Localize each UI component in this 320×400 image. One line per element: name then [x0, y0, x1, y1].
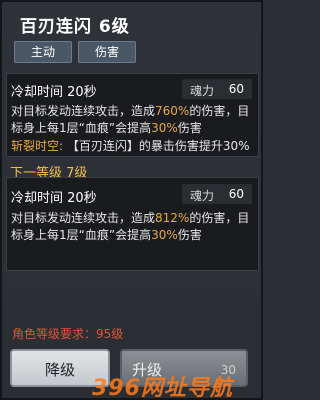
desc-text: 伤害	[177, 228, 202, 242]
next-cooldown: 冷却时间 20秒	[11, 191, 97, 206]
level-requirement: 角色等级要求：95级	[12, 327, 124, 341]
desc-text: 对目标发动连续攻击，造成	[11, 104, 156, 118]
tag-active: 主动	[14, 41, 72, 63]
damage-percent: 760%	[155, 104, 190, 118]
next-mana-cost: 魂力 60	[182, 184, 252, 204]
split-text: 【百刃连闪】的暴击伤害提升30%	[66, 139, 250, 153]
skill-title: 百刃连闪 6级	[20, 17, 130, 37]
current-description: 对目标发动连续攻击，造成760%的伤害，目标身上每1层“血痕”会提高30%伤害	[11, 103, 254, 137]
split-effect: 斩裂时空: 【百刃连闪】的暴击伤害提升30%	[11, 137, 250, 154]
mana-value: 60	[228, 187, 244, 201]
mana-label: 魂力	[190, 189, 215, 203]
bonus-percent: 30%	[151, 228, 178, 242]
mana-label: 魂力	[190, 84, 215, 98]
tag-damage: 伤害	[78, 41, 136, 63]
skill-tags: 主动 伤害	[14, 41, 136, 63]
damage-percent: 812%	[155, 211, 190, 225]
desc-text: 伤害	[177, 121, 202, 135]
next-level-box: 冷却时间 20秒 魂力 60 对目标发动连续攻击，造成812%的伤害，目标身上每…	[6, 177, 259, 271]
desc-text: 对目标发动连续攻击，造成	[11, 211, 156, 225]
mana-value: 60	[228, 82, 244, 96]
split-label: 斩裂时空:	[11, 139, 64, 153]
current-level-box: 冷却时间 20秒 魂力 60 对目标发动连续攻击，造成760%的伤害，目标身上每…	[6, 73, 259, 157]
skill-detail-panel: 百刃连闪 6级 主动 伤害 冷却时间 20秒 魂力 60 对目标发动连续攻击，造…	[0, 0, 263, 400]
bonus-percent: 30%	[151, 121, 178, 135]
site-watermark: 396网址导航	[92, 376, 233, 400]
current-mana-cost: 魂力 60	[182, 79, 252, 99]
current-cooldown: 冷却时间 20秒	[11, 85, 97, 100]
next-description: 对目标发动连续攻击，造成812%的伤害，目标身上每1层“血痕”会提高30%伤害	[11, 210, 254, 244]
